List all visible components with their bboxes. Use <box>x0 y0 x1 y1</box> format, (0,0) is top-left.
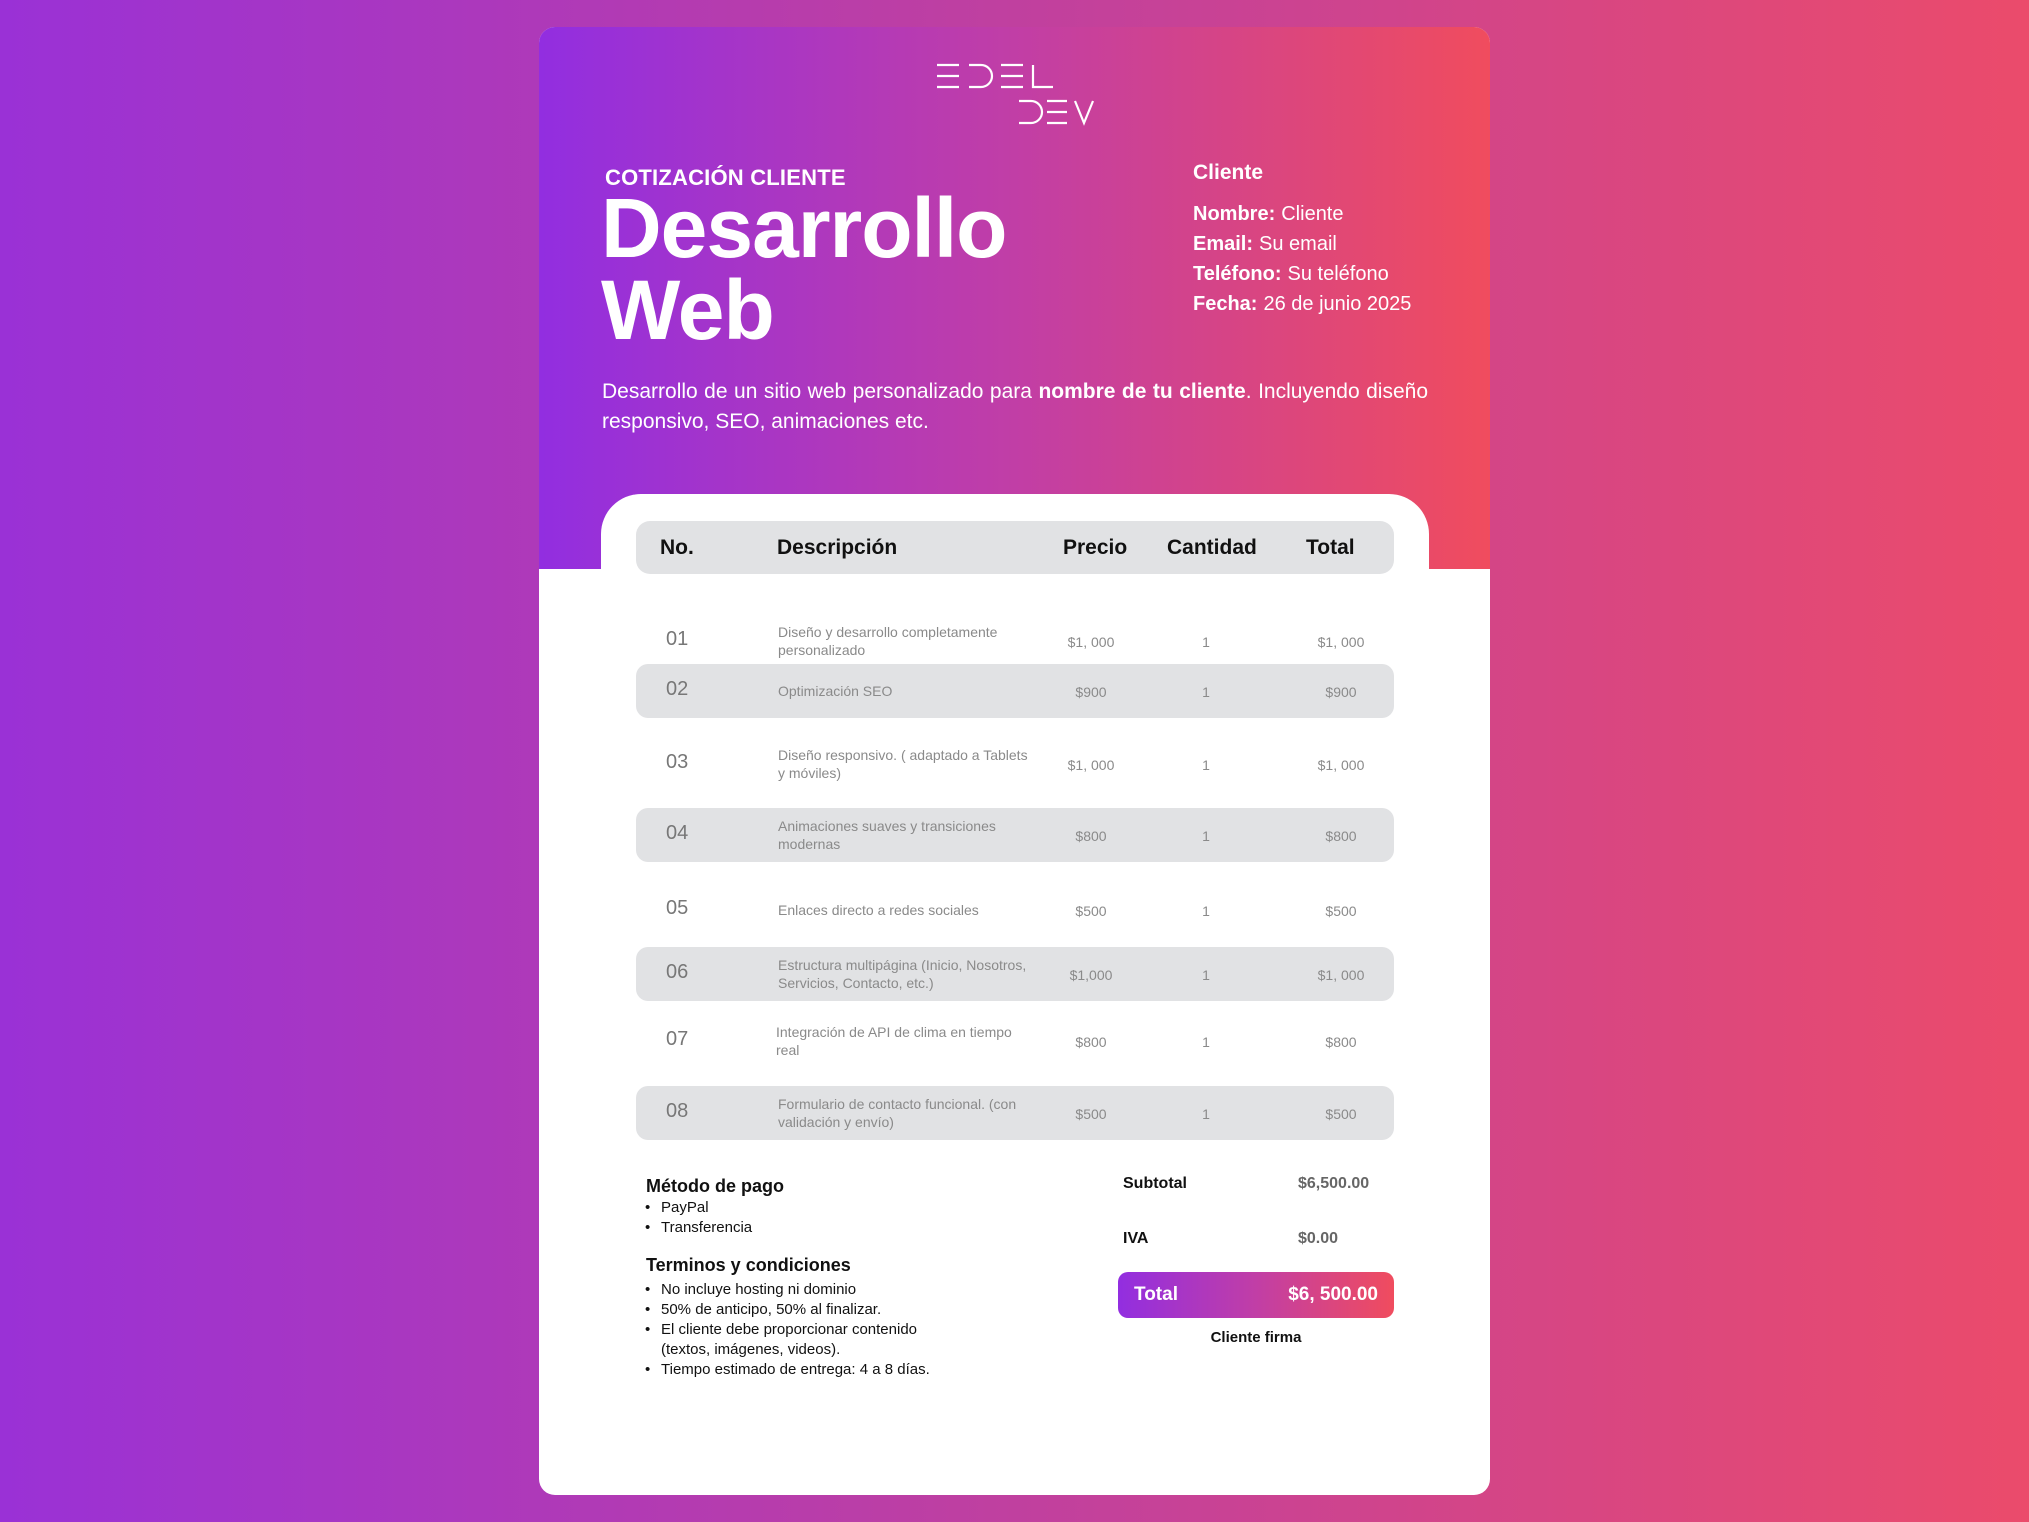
row-description: Diseño y desarrollo completamente person… <box>778 624 998 658</box>
row-number: 02 <box>666 678 689 700</box>
total-bar: Total $6, 500.00 <box>1118 1272 1394 1318</box>
table-row: 01 Diseño y desarrollo completamente per… <box>636 614 1394 668</box>
col-header-no: No. <box>660 536 694 559</box>
row-description: Formulario de contacto funcional. (con v… <box>778 1096 1017 1130</box>
intro-description: Desarrollo de un sitio web personalizado… <box>602 377 1428 437</box>
row-total: $800 <box>1325 828 1357 844</box>
row-price: $500 <box>1075 1106 1107 1122</box>
row-number: 03 <box>666 751 689 773</box>
client-date-value: 26 de junio 2025 <box>1263 293 1412 315</box>
row-quantity: 1 <box>1202 903 1210 919</box>
row-price: $900 <box>1075 684 1107 700</box>
client-info: Cliente Nombre: Cliente Email: Su email Te… <box>1193 161 1473 319</box>
client-name-row: Nombre: Cliente <box>1193 199 1473 229</box>
col-header-quantity: Cantidad <box>1167 536 1257 559</box>
client-email-row: Email: Su email <box>1193 229 1473 259</box>
payment-method-title: Método de pago <box>646 1176 784 1196</box>
quote-sheet: COTIZACIÓN CLIENTE Desarrollo Web Client… <box>539 27 1490 1495</box>
list-item: No incluye hosting ni dominio <box>645 1280 965 1300</box>
client-name-label: Nombre: <box>1193 203 1276 225</box>
client-signature-label: Cliente firma <box>1210 1329 1302 1346</box>
hero-header: COTIZACIÓN CLIENTE Desarrollo Web Client… <box>539 27 1490 569</box>
row-price: $500 <box>1075 903 1107 919</box>
list-item: El cliente debe proporcionar contenido (… <box>645 1320 965 1360</box>
row-price: $1,000 <box>1069 967 1113 983</box>
terms-list: No incluye hosting ni dominio 50% de ant… <box>645 1280 965 1380</box>
client-phone-row: Teléfono: Su teléfono <box>1193 259 1473 289</box>
total-value: $6, 500.00 <box>1288 1284 1378 1305</box>
list-item: Tiempo estimado de entrega: 4 a 8 días. <box>645 1360 965 1380</box>
col-header-description: Descripción <box>777 536 898 559</box>
row-quantity: 1 <box>1202 1034 1210 1050</box>
client-phone-value: Su teléfono <box>1287 263 1389 285</box>
row-description: Optimización SEO <box>778 683 893 699</box>
row-number: 05 <box>666 897 689 919</box>
col-header-price: Precio <box>1063 536 1128 559</box>
list-item: PayPal <box>645 1198 752 1218</box>
table-row: 02 Optimización SEO $900 1 $900 <box>636 664 1394 718</box>
row-number: 07 <box>666 1028 689 1050</box>
table-row: 03 Diseño responsivo. ( adaptado a Table… <box>636 737 1394 791</box>
row-number: 08 <box>666 1100 689 1122</box>
row-quantity: 1 <box>1202 634 1210 650</box>
intro-client-name: nombre de tu cliente <box>1038 380 1246 403</box>
table-row: 08 Formulario de contacto funcional. (co… <box>636 1086 1394 1140</box>
table-row: 06 Estructura multipágina (Inicio, Nosot… <box>636 947 1394 1001</box>
row-quantity: 1 <box>1202 828 1210 844</box>
client-heading: Cliente <box>1193 161 1264 184</box>
list-item: Transferencia <box>645 1218 752 1238</box>
client-date-label: Fecha: <box>1193 293 1258 315</box>
row-quantity: 1 <box>1202 684 1210 700</box>
iva-label: IVA <box>1123 1230 1149 1247</box>
row-description: Diseño responsivo. ( adaptado a Tablets … <box>778 747 1028 781</box>
intro-text-1: Desarrollo de un sitio web personalizado… <box>602 380 1039 403</box>
title-line-1: Desarrollo <box>601 181 1007 275</box>
row-quantity: 1 <box>1202 967 1210 983</box>
client-email-label: Email: <box>1193 233 1254 255</box>
client-date-row: Fecha: 26 de junio 2025 <box>1193 289 1473 319</box>
edel-dev-logo-icon <box>936 63 1094 126</box>
row-price: $800 <box>1075 1034 1107 1050</box>
row-number: 04 <box>666 822 689 844</box>
col-header-total: Total <box>1306 536 1355 559</box>
row-total: $1, 000 <box>1317 634 1365 650</box>
row-description: Enlaces directo a redes sociales <box>778 902 979 918</box>
client-name-value: Cliente <box>1281 203 1344 225</box>
row-description: Animaciones suaves y transiciones modern… <box>778 818 996 852</box>
client-phone-label: Teléfono: <box>1193 263 1282 285</box>
brand-logo <box>539 61 1490 129</box>
payment-method-list: PayPal Transferencia <box>645 1198 752 1238</box>
row-price: $1, 000 <box>1067 757 1115 773</box>
row-quantity: 1 <box>1202 1106 1210 1122</box>
title-line-2: Web <box>601 263 775 357</box>
row-number: 06 <box>666 961 689 983</box>
row-total: $500 <box>1325 903 1357 919</box>
row-total: $1, 000 <box>1317 757 1365 773</box>
table-header: No. Descripción Precio Cantidad Total <box>636 521 1394 574</box>
page-title: Desarrollo Web <box>601 181 1007 357</box>
list-item: 50% de anticipo, 50% al finalizar. <box>645 1300 965 1320</box>
table-row: 07 Integración de API de clima en tiempo… <box>636 1014 1394 1068</box>
row-total: $1, 000 <box>1317 967 1365 983</box>
row-quantity: 1 <box>1202 757 1210 773</box>
table-row: 05 Enlaces directo a redes sociales $500… <box>636 883 1394 937</box>
row-description: Integración de API de clima en tiempo re… <box>776 1024 1012 1058</box>
row-total: $800 <box>1325 1034 1357 1050</box>
row-price: $800 <box>1075 828 1107 844</box>
row-number: 01 <box>666 628 689 650</box>
client-email-value: Su email <box>1259 233 1337 255</box>
row-description: Estructura multipágina (Inicio, Nosotros… <box>778 957 1027 991</box>
iva-value: $0.00 <box>1298 1230 1339 1247</box>
row-total: $900 <box>1325 684 1357 700</box>
row-total: $500 <box>1325 1106 1357 1122</box>
table-row: 04 Animaciones suaves y transiciones mod… <box>636 808 1394 862</box>
total-label: Total <box>1134 1284 1178 1305</box>
subtotal-value: $6,500.00 <box>1298 1175 1370 1192</box>
terms-title: Terminos y condiciones <box>646 1255 851 1275</box>
subtotal-label: Subtotal <box>1123 1175 1187 1192</box>
row-price: $1, 000 <box>1067 634 1115 650</box>
